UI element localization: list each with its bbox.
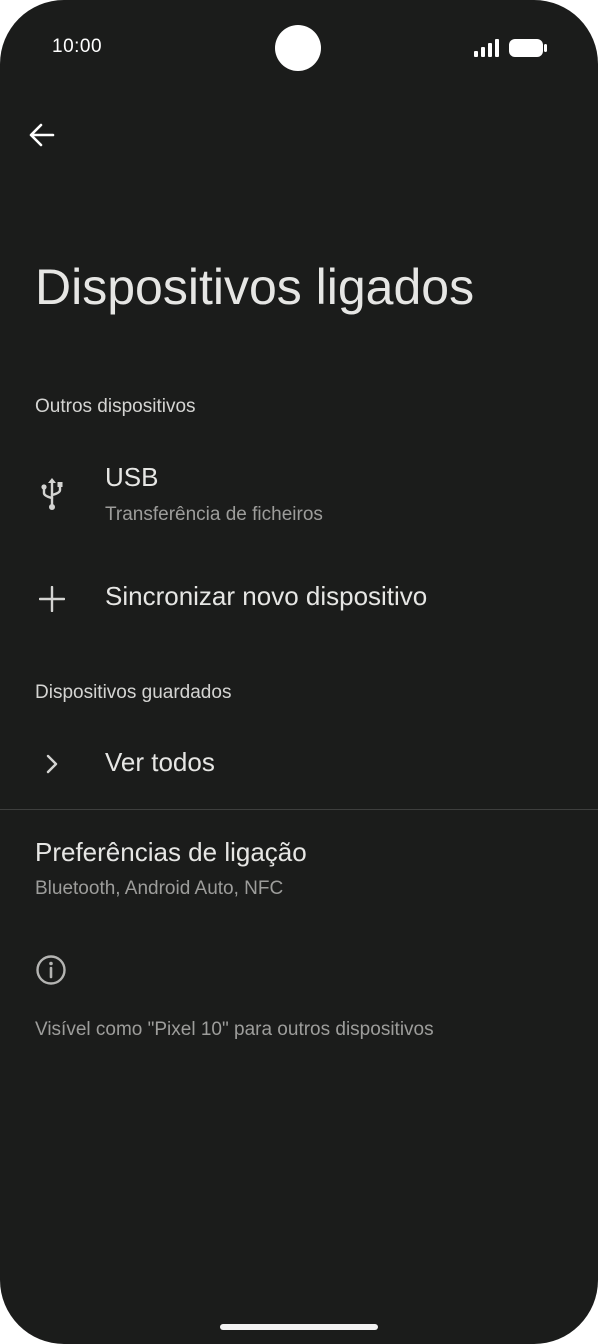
back-button[interactable]: [22, 117, 62, 157]
arrow-back-icon: [29, 122, 55, 153]
connection-preferences-subtitle: Bluetooth, Android Auto, NFC: [35, 878, 284, 899]
plus-icon: [32, 579, 72, 619]
pair-new-device-row[interactable]: Sincronizar novo dispositivo: [0, 568, 598, 630]
section-header-saved-devices: Dispositivos guardados: [35, 682, 232, 703]
status-icons: [474, 38, 548, 58]
phone-screen: 10:00 Dispositivos ligados Outros dispos…: [0, 0, 598, 1344]
usb-title: USB: [105, 462, 159, 492]
chevron-right-icon: [32, 744, 72, 784]
divider: [0, 809, 598, 810]
camera-cutout: [275, 25, 321, 71]
connection-preferences-title: Preferências de ligação: [35, 837, 307, 867]
status-time: 10:00: [52, 36, 103, 57]
signal-icon: [474, 39, 500, 57]
see-all-title: Ver todos: [105, 747, 215, 777]
usb-icon: [32, 474, 72, 514]
pair-new-device-title: Sincronizar novo dispositivo: [105, 581, 428, 611]
see-all-row[interactable]: Ver todos: [0, 733, 598, 795]
info-icon: [35, 954, 67, 986]
usb-subtitle: Transferência de ficheiros: [105, 504, 323, 525]
visibility-text: Visível como "Pixel 10" para outros disp…: [35, 1019, 434, 1040]
page-title: Dispositivos ligados: [35, 259, 475, 315]
section-header-other-devices: Outros dispositivos: [35, 396, 196, 417]
usb-row[interactable]: USB Transferência de ficheiros: [0, 450, 598, 540]
home-indicator[interactable]: [220, 1324, 378, 1330]
battery-icon: [508, 38, 548, 58]
